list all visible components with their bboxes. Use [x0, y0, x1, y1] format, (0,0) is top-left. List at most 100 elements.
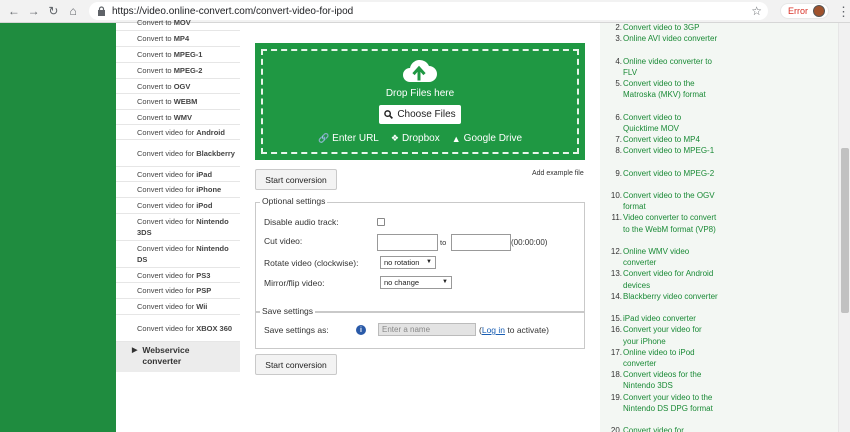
- left-nav-item[interactable]: Convert video for Wii: [116, 299, 240, 315]
- left-nav-item-label: Convert to MP4: [137, 33, 237, 44]
- converter-link[interactable]: Convert video to MPEG-1: [623, 145, 718, 156]
- start-conversion-button-top[interactable]: Start conversion: [255, 169, 337, 190]
- converter-link[interactable]: Online WMV video converter: [623, 246, 718, 268]
- left-nav-item[interactable]: Convert video for XBOX 360: [116, 315, 240, 342]
- profile-error-chip[interactable]: Error: [780, 3, 830, 19]
- converter-link[interactable]: Convert videos for the Nintendo 3DS: [623, 369, 718, 391]
- converter-link[interactable]: Video converter to convert to the WebM f…: [623, 212, 718, 234]
- page-scrollbar[interactable]: [838, 23, 850, 432]
- left-nav: Convert to MOV Convert to MP4 Convert to M…: [116, 18, 240, 432]
- left-nav-item-label: Convert video for Wii: [137, 301, 237, 312]
- converter-link[interactable]: Online video to iPod converter: [623, 347, 718, 369]
- webservice-converter-label: Webservice converter: [142, 345, 190, 366]
- left-nav-item[interactable]: Convert to MOV: [116, 15, 240, 31]
- left-nav-item-prefix: Convert to: [137, 50, 174, 59]
- left-nav-item[interactable]: Convert video for Nintendo 3DS: [116, 214, 240, 241]
- info-icon[interactable]: i: [356, 325, 366, 335]
- left-nav-item-prefix: Convert video for: [137, 148, 197, 158]
- left-nav-item[interactable]: Convert video for Nintendo DS: [116, 241, 240, 268]
- dropbox-link[interactable]: ❖ Dropbox: [391, 133, 440, 144]
- bookmark-star-icon[interactable]: ☆: [751, 4, 762, 18]
- upload-sources: 🔗 Enter URL ❖ Dropbox ▲ Google Drive: [255, 133, 585, 144]
- lock-icon: [98, 6, 105, 16]
- left-nav-item[interactable]: Convert to MPEG-2: [116, 63, 240, 79]
- mirror-select[interactable]: no change ▼: [380, 276, 452, 289]
- disable-audio-label: Disable audio track:: [264, 217, 339, 227]
- left-nav-item-prefix: Convert to: [137, 18, 174, 27]
- rotate-select[interactable]: no rotation ▼: [380, 256, 436, 269]
- time-format-hint: (00:00:00): [511, 238, 548, 247]
- converter-link[interactable]: Blackberry video converter: [623, 291, 718, 302]
- list-item-number: 15.: [610, 314, 622, 324]
- converter-link[interactable]: Convert video to 3GP: [623, 22, 718, 33]
- left-nav-item[interactable]: Convert to WMV: [116, 110, 240, 125]
- left-nav-item-label: Convert to WMV: [137, 112, 237, 123]
- converter-link[interactable]: Convert video to the Matroska (MKV) form…: [623, 78, 718, 100]
- left-nav-item-target: Wii: [196, 302, 208, 311]
- converter-link[interactable]: iPad video converter: [623, 313, 718, 324]
- settings-name-input[interactable]: Enter a name: [378, 323, 476, 336]
- converter-link[interactable]: Online video converter to FLV: [623, 56, 718, 78]
- left-nav-item[interactable]: Convert video for iPad: [116, 167, 240, 182]
- list-item-number: 20.: [610, 426, 622, 432]
- cut-end-input[interactable]: [451, 234, 511, 251]
- left-nav-item[interactable]: Convert to MPEG-1: [116, 47, 240, 63]
- list-item-number: 9.: [615, 168, 622, 178]
- disable-audio-checkbox[interactable]: [377, 218, 385, 226]
- converter-link[interactable]: Convert video to MP4: [623, 134, 718, 145]
- left-nav-item[interactable]: Convert video for Android: [116, 125, 240, 140]
- list-item-number: 7.: [615, 135, 622, 144]
- file-drop-zone[interactable]: Drop Files here Choose Files 🔗 Enter URL …: [255, 43, 585, 160]
- left-nav-item-target: WMV: [173, 112, 193, 122]
- save-settings-legend: Save settings: [260, 306, 316, 316]
- scrollbar-thumb[interactable]: [841, 148, 849, 313]
- back-icon[interactable]: ←: [6, 3, 22, 19]
- start-conversion-button-bottom[interactable]: Start conversion: [255, 354, 337, 375]
- webservice-converter-toggle[interactable]: ▶ Webservice converter: [116, 342, 240, 372]
- left-nav-item[interactable]: Convert video for PS3: [116, 268, 240, 283]
- left-nav-item-target: PS3: [196, 270, 211, 280]
- left-nav-item[interactable]: Convert video for PSP: [116, 283, 240, 299]
- left-nav-item-prefix: Convert video for: [137, 185, 197, 194]
- converter-link[interactable]: Convert your video to the Nintendo DS DP…: [623, 392, 718, 414]
- google-drive-icon: ▲: [451, 133, 461, 144]
- left-nav-item-prefix: Convert to: [137, 34, 174, 43]
- cut-start-input[interactable]: [377, 234, 438, 251]
- left-nav-item-prefix: Convert video for: [137, 169, 197, 179]
- left-nav-item[interactable]: Convert video for Blackberry: [116, 140, 240, 167]
- converter-link[interactable]: Online AVI video converter: [623, 33, 718, 44]
- converter-link[interactable]: Convert video to MPEG-2: [623, 168, 718, 179]
- enter-url-link[interactable]: 🔗 Enter URL: [318, 133, 379, 144]
- choose-files-button[interactable]: Choose Files: [379, 105, 461, 124]
- left-nav-item-target: WEBM: [173, 97, 198, 106]
- left-nav-item[interactable]: Convert to MP4: [116, 31, 240, 47]
- converter-link[interactable]: Convert video for Android devices: [623, 268, 718, 290]
- left-nav-item-prefix: Convert video for: [137, 323, 197, 333]
- left-nav-item[interactable]: Convert video for iPod: [116, 198, 240, 214]
- left-nav-item[interactable]: Convert to OGV: [116, 79, 240, 94]
- left-nav-item[interactable]: Convert video for iPhone: [116, 182, 240, 198]
- link-icon: 🔗: [317, 133, 330, 143]
- left-nav-item[interactable]: Convert to WEBM: [116, 94, 240, 110]
- list-item-number: 2.: [615, 23, 622, 32]
- converter-link[interactable]: Convert video for Playstation3 (PS3): [623, 425, 718, 432]
- left-nav-item-prefix: Convert to: [137, 81, 174, 91]
- related-converters-sidebar: 2. Convert video to 3GP 3. Online AVI video…: [600, 23, 838, 432]
- google-drive-link[interactable]: ▲ Google Drive: [452, 133, 522, 144]
- left-nav-item-target: iPhone: [196, 185, 222, 194]
- left-nav-item-target: XBOX 360: [196, 323, 233, 333]
- left-nav-item-label: Convert to OGV: [137, 81, 237, 92]
- converter-link[interactable]: Convert video to the OGV format: [623, 190, 718, 212]
- list-item-number: 18.: [610, 370, 622, 380]
- menu-icon[interactable]: ⋮: [837, 5, 850, 18]
- login-link[interactable]: Log in: [482, 325, 505, 335]
- left-nav-item-target: Blackberry: [196, 148, 235, 158]
- forward-icon[interactable]: →: [26, 3, 42, 19]
- converter-link[interactable]: Convert video to Quicktime MOV: [623, 112, 718, 134]
- reload-icon[interactable]: ↻: [46, 3, 62, 19]
- dropdown-arrow-icon: ▼: [426, 259, 432, 265]
- add-example-file-link[interactable]: Add example file: [532, 170, 584, 177]
- left-nav-item-target: MP4: [173, 34, 190, 43]
- converter-link[interactable]: Convert your video for your iPhone: [623, 324, 718, 346]
- home-icon[interactable]: ⌂: [65, 3, 81, 19]
